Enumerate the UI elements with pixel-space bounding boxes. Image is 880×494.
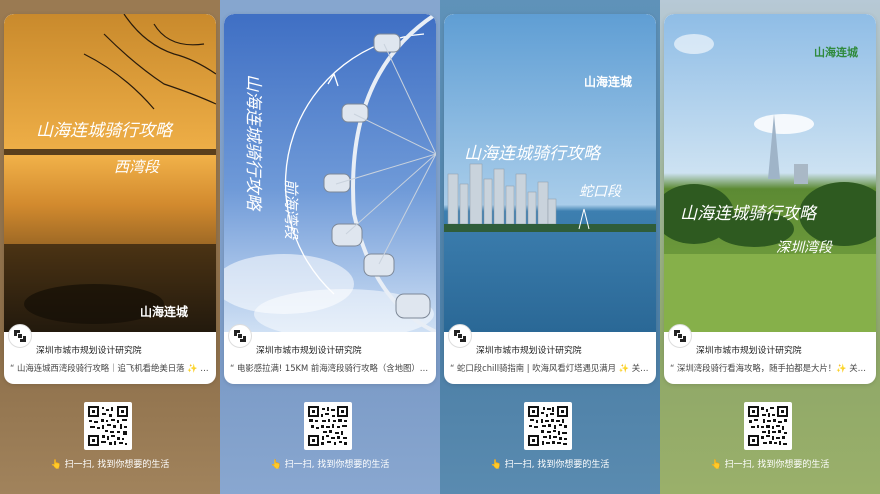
poster-subtitle: 前海湾段: [282, 179, 300, 241]
post-card[interactable]: 山海连城骑行攻略 西湾段 山海连城 深圳市城市规划设计研究院 “ 山海连城西湾段…: [4, 14, 216, 384]
poster-image[interactable]: 山海连城骑行攻略 西湾段 山海连城: [4, 14, 216, 332]
post-description[interactable]: “ 蛇口段chill骑指南 | 吹海风看灯塔遇见满月 ✨ 关…: [450, 362, 652, 374]
post-column-3: 山海连城骑行攻略 蛇口段 山海连城 深圳市城市规划设计研究院 “ 蛇口段chil…: [440, 0, 660, 494]
author-avatar[interactable]: [8, 324, 32, 348]
org-logo-icon: [14, 330, 26, 342]
post-info: 深圳市城市规划设计研究院 “ 电影感拉满! 15KM 前海湾段骑行攻略（含地图）…: [224, 324, 436, 384]
post-card[interactable]: 山海连城骑行攻略 蛇口段 山海连城 深圳市城市规划设计研究院 “ 蛇口段chil…: [444, 14, 656, 384]
author-name[interactable]: 深圳市城市规划设计研究院: [256, 343, 362, 356]
org-logo-icon: [674, 330, 686, 342]
brand-logo: 山海连城: [584, 74, 632, 89]
post-info: 深圳市城市规划设计研究院 “ 山海连城西湾段骑行攻略｜追飞机看绝美日落 ✨ 关…: [4, 324, 216, 384]
scan-hint: 👆 扫一扫, 找到你想要的生活: [490, 460, 610, 470]
scan-hint: 👆 扫一扫, 找到你想要的生活: [270, 460, 390, 470]
poster-subtitle: 西湾段: [114, 158, 161, 176]
scan-hint: 👆 扫一扫, 找到你想要的生活: [50, 460, 170, 470]
brand-logo: 山海连城: [814, 45, 858, 59]
pointing-hand-icon: 👆: [50, 460, 62, 470]
post-info: 深圳市城市规划设计研究院 “ 深圳湾段骑行看海攻略，随手拍都是大片！✨ 关…: [664, 324, 876, 384]
qr-code: [744, 402, 792, 450]
post-description[interactable]: “ 山海连城西湾段骑行攻略｜追飞机看绝美日落 ✨ 关…: [10, 362, 212, 374]
poster-image[interactable]: 山海连城骑行攻略 深圳湾段 山海连城: [664, 14, 876, 332]
poster-title: 山海连城骑行攻略: [36, 121, 174, 141]
poster-image[interactable]: 山海连城骑行攻略 蛇口段 山海连城: [444, 14, 656, 332]
poster-title: 山海连城骑行攻略: [464, 144, 602, 164]
poster-subtitle: 蛇口段: [579, 184, 623, 200]
author-name[interactable]: 深圳市城市规划设计研究院: [36, 343, 142, 356]
post-description[interactable]: “ 深圳湾段骑行看海攻略，随手拍都是大片！✨ 关…: [670, 362, 872, 374]
author-avatar[interactable]: [668, 324, 692, 348]
brand-logo: 山海连城: [140, 304, 188, 319]
org-logo-icon: [234, 330, 246, 342]
post-description[interactable]: “ 电影感拉满! 15KM 前海湾段骑行攻略（含地图）…: [230, 362, 432, 374]
author-name[interactable]: 深圳市城市规划设计研究院: [476, 343, 582, 356]
poster-title: 山海连城骑行攻略: [680, 204, 818, 224]
post-info: 深圳市城市规划设计研究院 “ 蛇口段chill骑指南 | 吹海风看灯塔遇见满月 …: [444, 324, 656, 384]
post-card[interactable]: 山海连城骑行攻略 深圳湾段 山海连城 深圳市城市规划设计研究院 “ 深圳湾段骑行…: [664, 14, 876, 384]
post-column-4: 山海连城骑行攻略 深圳湾段 山海连城 深圳市城市规划设计研究院 “ 深圳湾段骑行…: [660, 0, 880, 494]
post-column-2: 山海连城骑行攻略 前海湾段 深圳市城市规划设计研究院 “ 电影感拉满! 15KM…: [220, 0, 440, 494]
org-logo-icon: [454, 330, 466, 342]
qr-code: [524, 402, 572, 450]
poster-title: 山海连城骑行攻略: [243, 74, 263, 212]
qr-code: [84, 402, 132, 450]
qr-code: [304, 402, 352, 450]
post-column-1: 山海连城骑行攻略 西湾段 山海连城 深圳市城市规划设计研究院 “ 山海连城西湾段…: [0, 0, 220, 494]
author-avatar[interactable]: [448, 324, 472, 348]
pointing-hand-icon: 👆: [490, 460, 502, 470]
scan-hint: 👆 扫一扫, 找到你想要的生活: [710, 460, 830, 470]
post-card[interactable]: 山海连城骑行攻略 前海湾段 深圳市城市规划设计研究院 “ 电影感拉满! 15KM…: [224, 14, 436, 384]
pointing-hand-icon: 👆: [710, 460, 722, 470]
poster-image[interactable]: 山海连城骑行攻略 前海湾段: [224, 14, 436, 332]
author-name[interactable]: 深圳市城市规划设计研究院: [696, 343, 802, 356]
poster-subtitle: 深圳湾段: [776, 240, 834, 256]
pointing-hand-icon: 👆: [270, 460, 282, 470]
author-avatar[interactable]: [228, 324, 252, 348]
